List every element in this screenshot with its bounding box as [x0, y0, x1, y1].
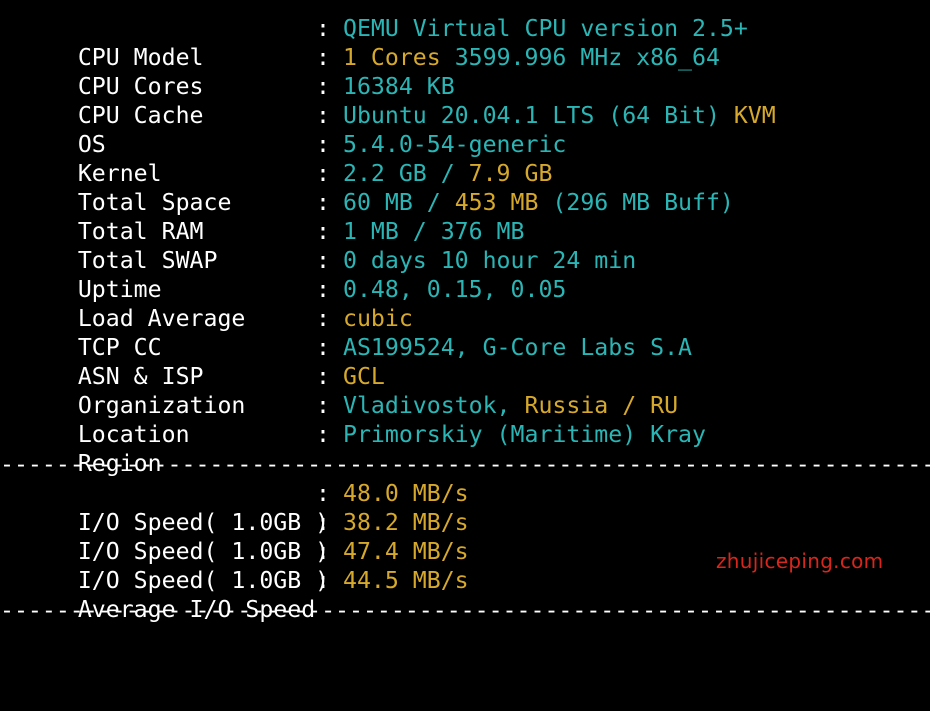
info-row-kernel: Kernel : 5.4.0-54-generic [22, 130, 567, 187]
io-value: 47.4 MB/s [343, 538, 469, 565]
info-value-part: 5.4.0-54-generic [343, 131, 567, 158]
info-value-part: 0 days 10 hour 24 min [343, 247, 637, 274]
info-value: Vladivostok, Russia / RU [343, 391, 678, 420]
info-value: QEMU Virtual CPU version 2.5+ [343, 14, 748, 43]
info-row-os: OS : Ubuntu 20.04.1 LTS (64 Bit) KVM [22, 101, 776, 158]
info-row-uptime: Uptime : 0 days 10 hour 24 min [22, 246, 636, 303]
divider-line-bottom: ----------------------------------------… [0, 597, 930, 624]
info-value-part: Primorskiy (Maritime) Kray [343, 421, 706, 448]
info-value-part: 7.9 GB [468, 160, 553, 187]
info-row-cpu-cores: CPU Cores : 1 Cores 3599.996 MHz x86_64 [22, 43, 720, 100]
info-row-total-swap: Total SWAP : 1 MB / 376 MB [22, 217, 525, 274]
info-separator: : [316, 189, 330, 216]
divider-line: ----------------------------------------… [0, 451, 930, 478]
info-row-region: Region : Primorskiy (Maritime) Kray [22, 420, 706, 477]
info-value-part: cubic [343, 305, 413, 332]
info-separator: : [316, 334, 330, 361]
info-row-asn-isp: ASN & ISP : AS199524, G-Core Labs S.A [22, 333, 692, 390]
info-row-total-space: Total Space : 2.2 GB / 7.9 GB [22, 159, 553, 216]
io-separator: : [316, 567, 330, 594]
io-value: 48.0 MB/s [343, 480, 469, 507]
info-value-part: 1 MB / 376 MB [343, 218, 525, 245]
info-value-part: QEMU Virtual CPU version 2.5+ [343, 15, 748, 42]
info-value: AS199524, G-Core Labs S.A [343, 333, 692, 362]
io-value: 38.2 MB/s [343, 509, 469, 536]
info-separator: : [316, 305, 330, 332]
info-value: 0.48, 0.15, 0.05 [343, 275, 566, 304]
info-value-part: KVM [733, 102, 776, 129]
info-value-part: 60 MB / [343, 189, 455, 216]
info-value: GCL [343, 362, 385, 391]
io-separator: : [316, 480, 330, 507]
info-value-part: 3599.996 MHz x86_64 [454, 44, 720, 71]
info-row-total-ram: Total RAM : 60 MB / 453 MB (296 MB Buff) [22, 188, 734, 245]
info-separator: : [316, 421, 330, 448]
info-row-tcp-cc: TCP CC : cubic [22, 304, 413, 361]
info-value-part: 2.2 GB / [343, 160, 469, 187]
info-row-cpu-model: CPU Model : QEMU Virtual CPU version 2.5… [22, 14, 748, 71]
info-value: cubic [343, 304, 413, 333]
info-value-part: 16384 KB [343, 73, 455, 100]
info-value-part: Russia / RU [524, 392, 679, 419]
info-value-part: 1 Cores [343, 44, 455, 71]
info-value-part: 0.48, 0.15, 0.05 [343, 276, 567, 303]
info-value-part: Ubuntu 20.04.1 LTS (64 Bit) [343, 102, 734, 129]
info-value: 60 MB / 453 MB (296 MB Buff) [343, 188, 734, 217]
io-row: I/O Speed( 1.0GB ) : 47.4 MB/s [22, 537, 469, 594]
info-value: 16384 KB [343, 72, 455, 101]
info-row-load-average: Load Average : 0.48, 0.15, 0.05 [22, 275, 567, 332]
info-value-part: Vladivostok, [343, 392, 525, 419]
info-value: 1 MB / 376 MB [343, 217, 524, 246]
info-separator: : [316, 247, 330, 274]
io-value: 44.5 MB/s [343, 567, 469, 594]
watermark: zhujiceping.com [716, 549, 884, 573]
info-separator: : [316, 218, 330, 245]
info-separator: : [316, 392, 330, 419]
io-row: I/O Speed( 1.0GB ) : 38.2 MB/s [22, 508, 469, 565]
info-row-organization: Organization : GCL [22, 362, 385, 419]
info-value: Primorskiy (Maritime) Kray [343, 420, 706, 449]
info-separator: : [316, 363, 330, 390]
io-separator: : [316, 538, 330, 565]
info-value: 0 days 10 hour 24 min [343, 246, 636, 275]
info-value-part: (296 MB Buff) [538, 189, 734, 216]
info-row-location: Location : Vladivostok, Russia / RU [22, 391, 678, 448]
info-value-part: AS199524, G-Core Labs S.A [343, 334, 693, 361]
info-value: 5.4.0-54-generic [343, 130, 566, 159]
info-value-part: GCL [343, 363, 385, 390]
io-row-average: Average I/O Speed : 44.5 MB/s [22, 566, 469, 623]
info-separator: : [316, 44, 330, 71]
info-value: 1 Cores 3599.996 MHz x86_64 [343, 43, 720, 72]
info-value: 2.2 GB / 7.9 GB [343, 159, 552, 188]
info-value: Ubuntu 20.04.1 LTS (64 Bit) KVM [343, 101, 776, 130]
terminal-output: CPU Model : QEMU Virtual CPU version 2.5… [0, 0, 930, 624]
io-separator: : [316, 509, 330, 536]
info-value-part: 453 MB [454, 189, 539, 216]
info-separator: : [316, 276, 330, 303]
info-separator: : [316, 102, 330, 129]
info-row-cpu-cache: CPU Cache : 16384 KB [22, 72, 455, 129]
info-separator: : [316, 15, 330, 42]
info-separator: : [316, 73, 330, 100]
io-row: I/O Speed( 1.0GB ) : 48.0 MB/s [22, 479, 469, 536]
info-separator: : [316, 131, 330, 158]
info-separator: : [316, 160, 330, 187]
